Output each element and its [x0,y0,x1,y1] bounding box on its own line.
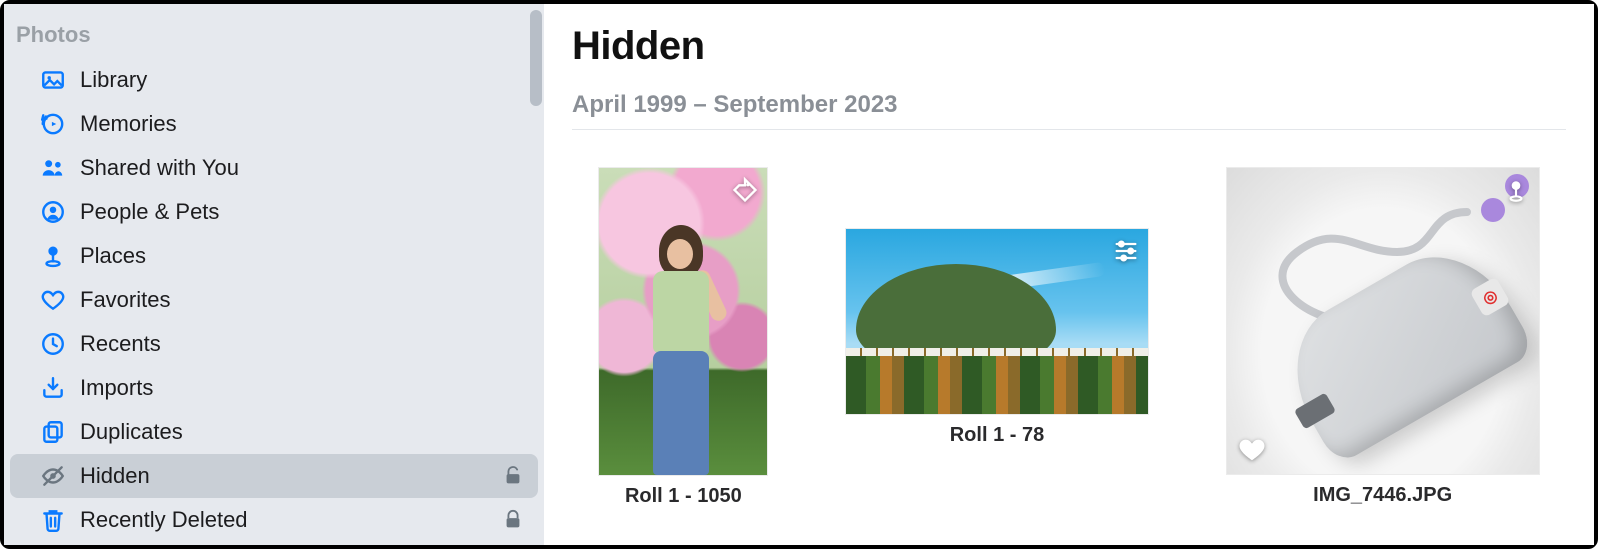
photo-caption: Roll 1 - 1050 [625,485,742,508]
photo-thumbnail[interactable]: ◎ [1227,168,1539,474]
sidebar-item-favorites[interactable]: Favorites [10,278,538,322]
sidebar-item-label: Hidden [80,463,488,489]
sidebar-scrollbar-thumb[interactable] [530,10,542,106]
tag-icon [731,176,759,204]
photo-thumbnail[interactable] [599,168,767,475]
sidebar-item-duplicates[interactable]: Duplicates [10,410,538,454]
unlocked-icon [502,465,524,487]
sidebar-item-label: Favorites [80,287,524,313]
recents-icon [40,331,66,357]
hidden-icon [40,463,66,489]
sidebar-item-label: Library [80,67,524,93]
photo-image [1481,198,1505,222]
sidebar-item-library[interactable]: Library [10,58,538,102]
main-content: Hidden April 1999 – September 2023 Roll … [544,4,1594,545]
photo-cell: ◎ IMG_7446.JPG [1227,168,1539,507]
photo-caption: Roll 1 - 78 [950,424,1044,447]
photo-caption: IMG_7446.JPG [1313,484,1452,507]
photo-image [846,356,1148,414]
photo-grid: Roll 1 - 1050 Roll 1 - 78 [572,130,1566,529]
photo-image [631,215,731,475]
favorite-icon [1237,434,1267,464]
places-icon [40,243,66,269]
sidebar-item-label: Shared with You [80,155,524,181]
duplicates-icon [40,419,66,445]
favorites-icon [40,287,66,313]
library-icon [40,67,66,93]
sidebar-item-memories[interactable]: Memories [10,102,538,146]
sidebar-item-label: Recently Deleted [80,507,488,533]
sidebar-item-label: People & Pets [80,199,524,225]
people-icon [40,199,66,225]
photo-thumbnail[interactable] [846,229,1148,414]
location-pin-icon [1503,178,1529,204]
sidebar-section-header: Photos [4,18,544,58]
sidebar-item-label: Memories [80,111,524,137]
photo-cell: Roll 1 - 1050 [599,168,767,508]
page-title: Hidden [572,24,1566,69]
trash-icon [40,507,66,533]
page-subtitle: April 1999 – September 2023 [572,91,1566,119]
shared-icon [40,155,66,181]
sidebar-item-places[interactable]: Places [10,234,538,278]
sidebar-item-label: Recents [80,331,524,357]
sidebar-item-label: Imports [80,375,524,401]
sidebar-item-shared[interactable]: Shared with You [10,146,538,190]
imports-icon [40,375,66,401]
sidebar-item-people-pets[interactable]: People & Pets [10,190,538,234]
sidebar-item-recently-deleted[interactable]: Recently Deleted [10,498,538,542]
sidebar-item-label: Duplicates [80,419,524,445]
sidebar-item-imports[interactable]: Imports [10,366,538,410]
locked-icon [502,509,524,531]
sidebar-item-recents[interactable]: Recents [10,322,538,366]
sidebar-item-label: Places [80,243,524,269]
photo-cell: Roll 1 - 78 [846,229,1148,447]
adjustments-icon [1112,237,1140,265]
sidebar-item-hidden[interactable]: Hidden [10,454,538,498]
memories-icon [40,111,66,137]
sidebar: Photos Library Memories Shared with You … [4,4,544,545]
